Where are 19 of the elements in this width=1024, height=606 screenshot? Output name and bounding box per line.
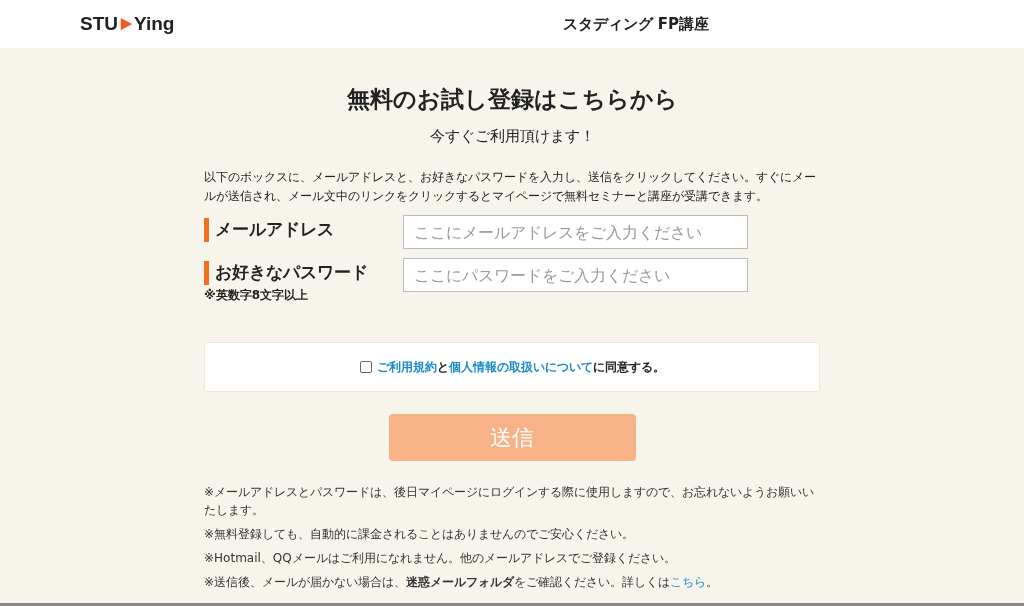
terms-link[interactable]: 個人情報の取扱いについて <box>448 359 593 374</box>
note-text: ※メールアドレスとパスワードは、後日マイページにログインする際に使用しますので、お忘れないようお願いいたします。 <box>204 484 816 519</box>
terms-link[interactable]: ご利用規約 <box>376 359 437 374</box>
form-title: 無料のお試し登録はこちらから <box>345 85 679 114</box>
input-field[interactable]: ここにパスワードをご入力ください <box>403 258 748 292</box>
note-text: ※Hotmail、QQメールはご利用になれません。他のメールアドレスでご登録ください。 <box>204 550 677 567</box>
logo-text: STU <box>80 13 118 35</box>
page-title: スタディング FP講座 <box>562 14 709 34</box>
note-text: ※送信後、メールが届かない場合は、迷惑メールフォルダをご確認ください。詳しくはこちら。 <box>204 574 720 591</box>
logo-text: Ying <box>134 13 175 35</box>
details-link[interactable]: こちら <box>670 575 707 589</box>
subtitle: 今すぐご利用頂けます！ <box>428 127 596 146</box>
checkbox[interactable] <box>359 361 372 373</box>
field-note: ※英数字8文字以上 <box>204 287 309 304</box>
play-icon <box>119 17 133 31</box>
note-text: ※無料登録しても、自動的に課金されることはありませんのでご安心ください。 <box>204 526 636 543</box>
intro-text: 以下のボックスに、メールアドレスと、お好きなパスワードを入力し、送信をクリックしてください。すぐにメールが送信され、メール文中のリンクをクリックするとマイページで無料セミナーと講座が受講できます。 <box>204 169 817 205</box>
agreement-text: ご利用規約と個人情報の取扱いについてに同意する。 <box>376 358 665 376</box>
input-field[interactable]: ここにメールアドレスをご入力ください <box>403 215 748 249</box>
